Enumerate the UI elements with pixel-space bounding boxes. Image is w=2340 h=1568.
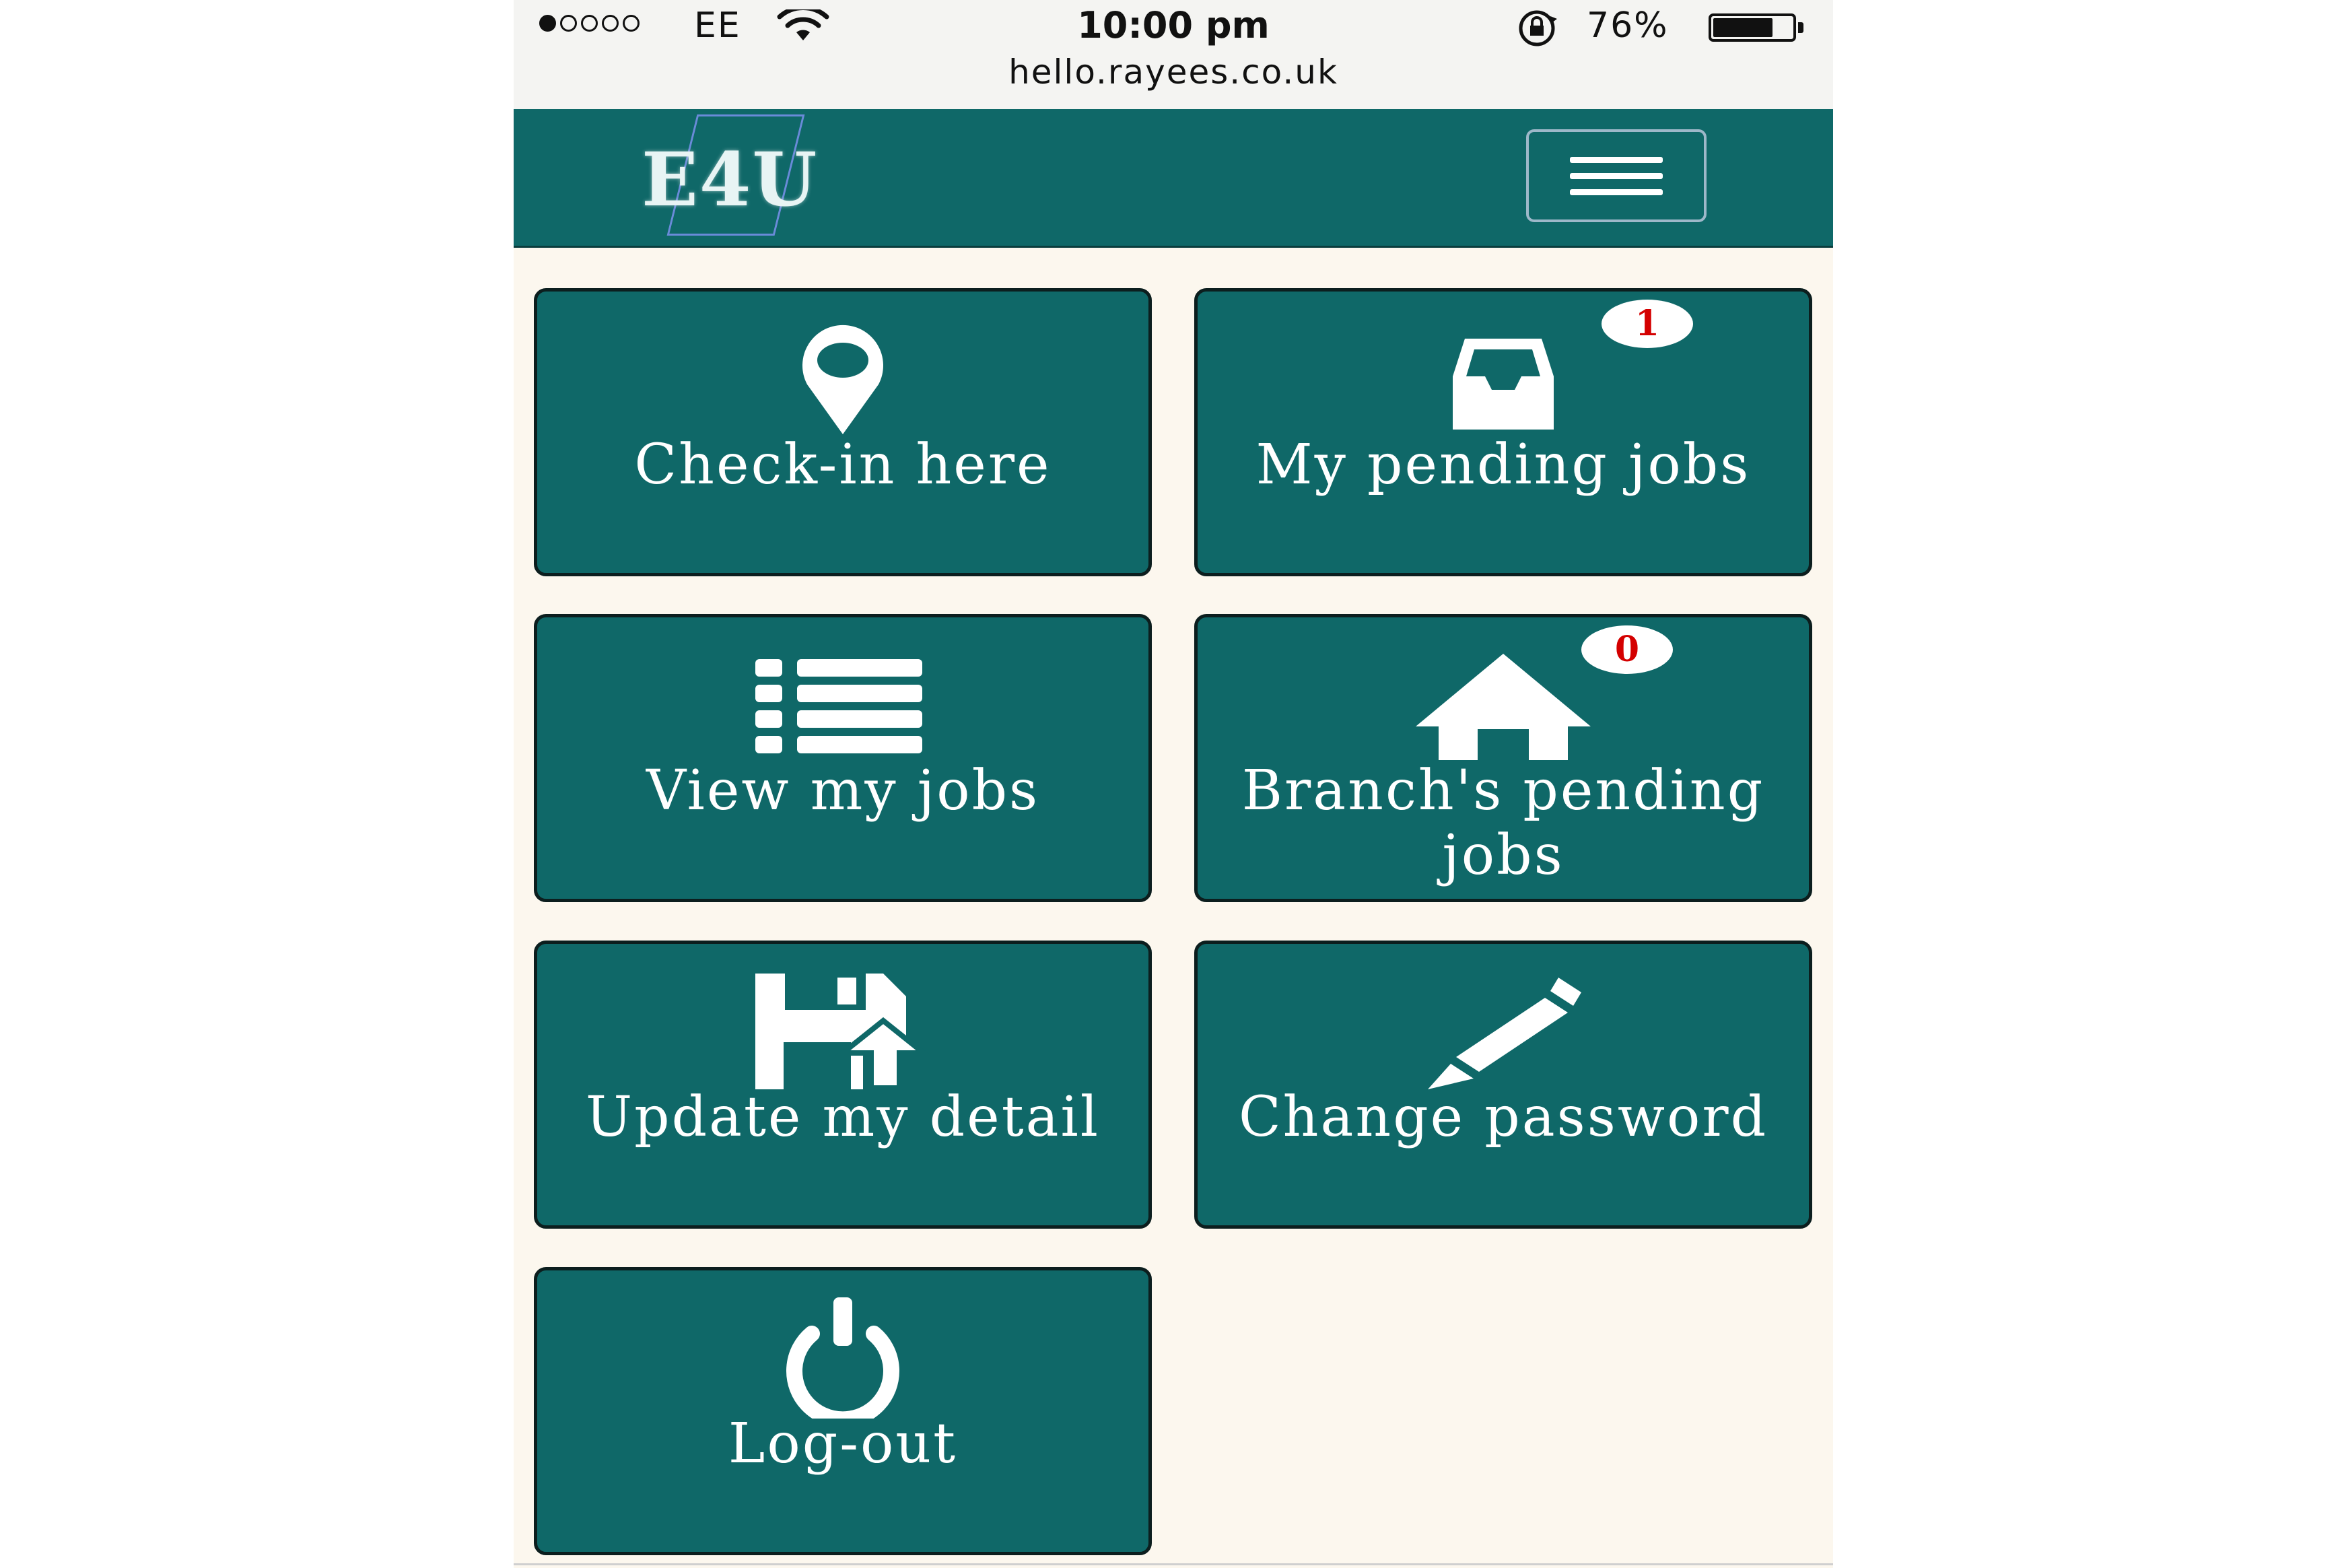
battery-icon <box>1709 13 1796 42</box>
hamburger-icon <box>1570 156 1663 163</box>
change-password-tile[interactable]: Change password <box>1194 941 1812 1229</box>
tile-label: Change password <box>1238 1085 1768 1149</box>
map-marker-icon <box>537 318 1148 440</box>
rotation-lock-icon <box>1515 8 1562 51</box>
update-my-detail-tile[interactable]: Update my detail <box>534 941 1152 1229</box>
home-icon <box>1198 644 1809 765</box>
pencil-icon <box>1198 971 1809 1092</box>
tile-label: Update my detail <box>586 1085 1100 1149</box>
status-bar: EE 10:00 pm 76% hello.rayees.co.uk <box>514 0 1833 109</box>
view-my-jobs-tile[interactable]: View my jobs <box>534 614 1152 902</box>
pending-count-badge: 1 <box>1602 300 1693 348</box>
save-upload-icon <box>537 971 1148 1092</box>
my-pending-jobs-tile[interactable]: My pending jobs 1 <box>1194 288 1812 576</box>
page-divider <box>514 1563 1833 1565</box>
hamburger-menu-button[interactable] <box>1526 129 1707 222</box>
tile-label: View my jobs <box>646 759 1040 823</box>
brand-logo[interactable]: E4U <box>642 109 884 248</box>
check-in-tile[interactable]: Check-in here <box>534 288 1152 576</box>
tile-label: Log-out <box>728 1412 958 1476</box>
inbox-icon <box>1198 318 1809 440</box>
power-icon <box>537 1297 1148 1419</box>
tile-label: Check-in here <box>634 433 1052 497</box>
address-bar-url[interactable]: hello.rayees.co.uk <box>514 53 1833 92</box>
branch-count-badge: 0 <box>1581 625 1673 674</box>
phone-screen: EE 10:00 pm 76% hello.rayees.co.uk E4U C… <box>514 0 1833 1568</box>
battery-percentage: 76% <box>1587 5 1669 46</box>
tile-label: My pending jobs <box>1255 433 1751 497</box>
tile-label: Branch's pending jobs <box>1241 759 1765 887</box>
list-icon <box>537 644 1148 765</box>
logo-text: E4U <box>642 136 819 223</box>
branch-pending-jobs-tile[interactable]: Branch's pending jobs 0 <box>1194 614 1812 902</box>
logout-tile[interactable]: Log-out <box>534 1267 1152 1555</box>
navbar: E4U <box>514 109 1833 248</box>
